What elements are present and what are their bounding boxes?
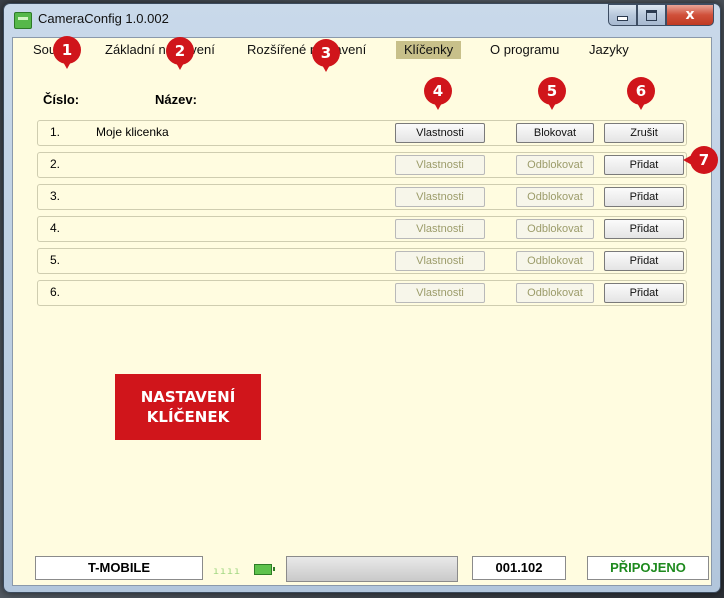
row-number: 4. (50, 221, 61, 235)
version-status: 001.102 (472, 556, 566, 580)
unblock-button[interactable]: Odblokovat (516, 187, 594, 207)
window-controls: x (608, 4, 714, 26)
unblock-button[interactable]: Odblokovat (516, 251, 594, 271)
battery-icon (254, 564, 275, 575)
section-callout: NASTAVENÍ KLÍČENEK (115, 374, 261, 440)
block-button[interactable]: Blokovat (516, 123, 594, 143)
annotation-marker-3: 3 (312, 39, 340, 72)
annotation-marker-2: 2 (166, 37, 194, 70)
menu-o-programu[interactable]: O programu (482, 41, 567, 59)
title-bar[interactable]: CameraConfig 1.0.002 x (4, 4, 720, 36)
add-button[interactable]: Přidat (604, 283, 684, 303)
connection-status: PŘIPOJENO (587, 556, 709, 580)
add-button[interactable]: Přidat (604, 219, 684, 239)
properties-button[interactable]: Vlastnosti (395, 251, 485, 271)
app-window: CameraConfig 1.0.002 x Soubor Základní n… (3, 3, 721, 593)
keyfob-row-2: 2. Vlastnosti Odblokovat Přidat (37, 152, 687, 178)
menu-zakladni-nastaveni[interactable]: Základní nastavení (97, 41, 223, 59)
header-number: Číslo: (43, 92, 80, 107)
annotation-marker-7: 7 (683, 146, 718, 174)
add-button[interactable]: Přidat (604, 155, 684, 175)
minimize-icon (617, 16, 628, 21)
properties-button[interactable]: Vlastnosti (395, 155, 485, 175)
maximize-button[interactable] (637, 4, 666, 26)
row-number: 5. (50, 253, 61, 267)
close-button[interactable]: x (666, 4, 714, 26)
header-name: Název: (155, 92, 197, 107)
window-title: CameraConfig 1.0.002 (38, 11, 169, 26)
annotation-marker-5: 5 (538, 77, 566, 110)
maximize-icon (646, 9, 657, 21)
cancel-button[interactable]: Zrušit (604, 123, 684, 143)
keyfob-row-4: 4. Vlastnosti Odblokovat Přidat (37, 216, 687, 242)
row-number: 1. (50, 125, 61, 139)
keyfob-row-5: 5. Vlastnosti Odblokovat Přidat (37, 248, 687, 274)
row-number: 2. (50, 157, 61, 171)
unblock-button[interactable]: Odblokovat (516, 283, 594, 303)
progress-bar (286, 556, 458, 582)
operator-status: T-MOBILE (35, 556, 203, 580)
callout-line-2: KLÍČENEK (146, 408, 230, 426)
properties-button[interactable]: Vlastnosti (395, 283, 485, 303)
menu-jazyky[interactable]: Jazyky (581, 41, 637, 59)
app-icon (14, 12, 32, 29)
add-button[interactable]: Přidat (604, 251, 684, 271)
keyfob-row-3: 3. Vlastnosti Odblokovat Přidat (37, 184, 687, 210)
menu-bar: Soubor Základní nastavení Rozšířené nast… (13, 38, 711, 62)
status-bar: T-MOBILE ıııı 001.102 PŘIPOJENO (13, 548, 711, 584)
annotation-marker-1: 1 (53, 36, 81, 69)
row-number: 3. (50, 189, 61, 203)
signal-strength-icon: ıııı (213, 566, 242, 577)
properties-button[interactable]: Vlastnosti (395, 219, 485, 239)
client-area: Soubor Základní nastavení Rozšířené nast… (12, 37, 712, 586)
unblock-button[interactable]: Odblokovat (516, 155, 594, 175)
row-name: Moje klicenka (96, 125, 169, 139)
row-number: 6. (50, 285, 61, 299)
menu-rozsirene-nastaveni[interactable]: Rozšířené nastavení (239, 41, 374, 59)
keyfob-row-1: 1. Moje klicenka Vlastnosti Blokovat Zru… (37, 120, 687, 146)
close-icon: x (685, 7, 695, 23)
annotation-marker-4: 4 (424, 77, 452, 110)
annotation-marker-6: 6 (627, 77, 655, 110)
add-button[interactable]: Přidat (604, 187, 684, 207)
unblock-button[interactable]: Odblokovat (516, 219, 594, 239)
minimize-button[interactable] (608, 4, 637, 26)
menu-klicenky[interactable]: Klíčenky (396, 41, 462, 59)
properties-button[interactable]: Vlastnosti (395, 123, 485, 143)
properties-button[interactable]: Vlastnosti (395, 187, 485, 207)
callout-line-1: NASTAVENÍ (140, 388, 236, 406)
keyfob-row-6: 6. Vlastnosti Odblokovat Přidat (37, 280, 687, 306)
